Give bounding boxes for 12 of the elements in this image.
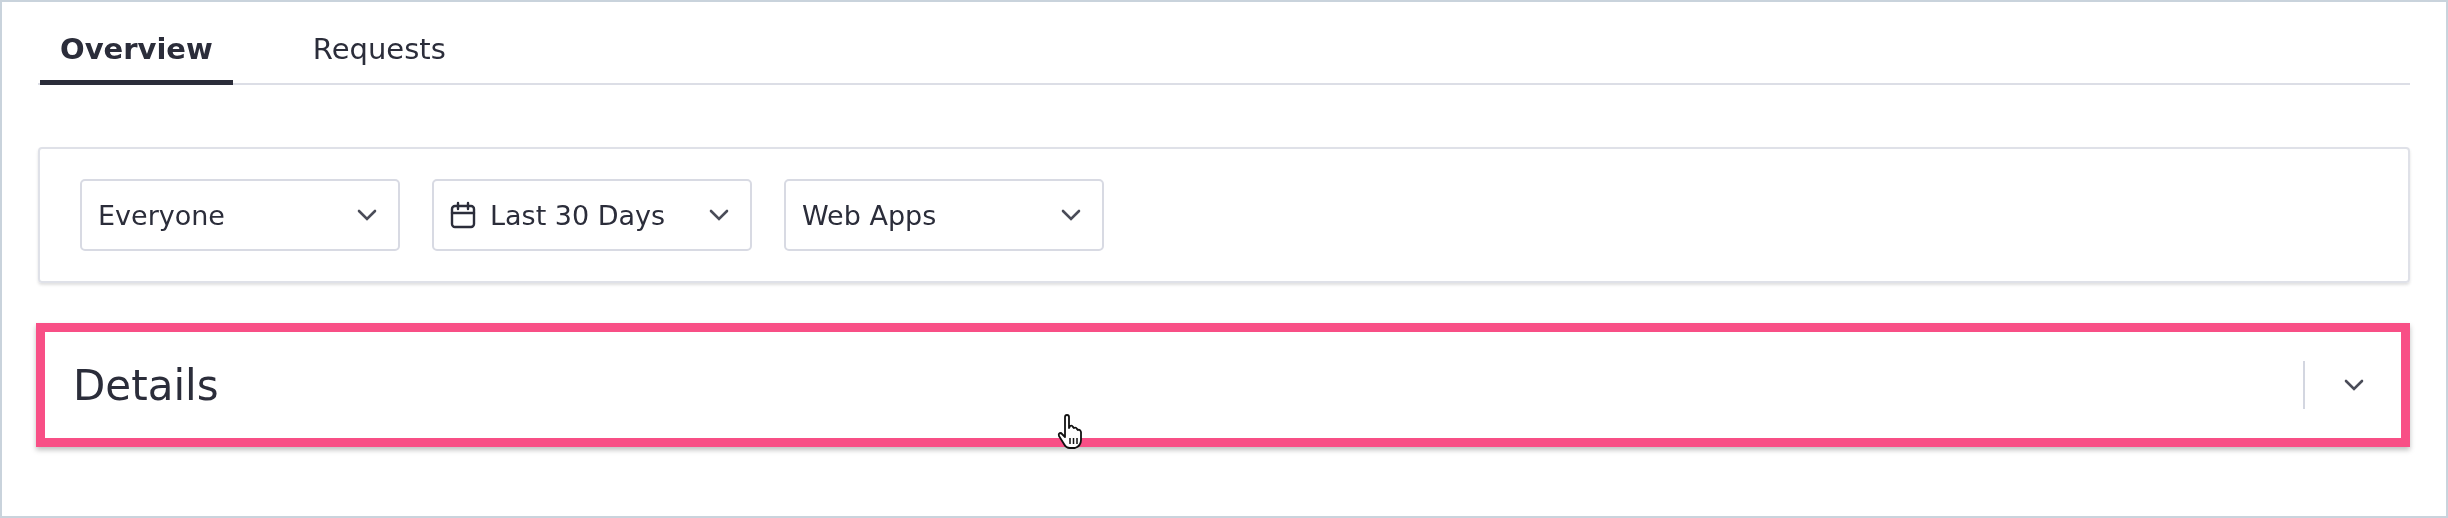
details-panel[interactable]: Details [36,323,2410,447]
chevron-down-icon [2343,378,2365,392]
filter-select[interactable]: Web Apps [784,179,1104,251]
tab[interactable]: Overview [40,26,233,85]
date-range-select[interactable]: Last 30 Days [432,179,752,251]
filter-select[interactable]: Everyone [80,179,400,251]
tab[interactable]: Requests [292,26,466,85]
chevron-down-icon [1060,208,1082,222]
chevron-down-icon [356,208,378,222]
chevron-down-icon [708,208,730,222]
calendar-icon [450,201,476,229]
panel-title: Details [73,360,220,410]
